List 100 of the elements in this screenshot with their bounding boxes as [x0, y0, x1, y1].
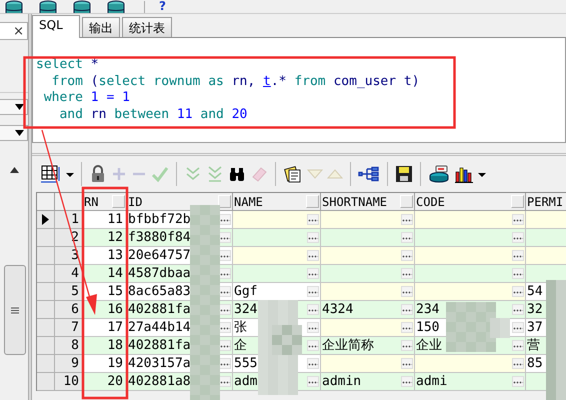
more-button[interactable] — [512, 304, 524, 315]
tab[interactable]: SQL — [32, 15, 80, 38]
more-button[interactable] — [219, 376, 231, 387]
table-cell: 17 — [83, 319, 127, 337]
column-header[interactable]: RN — [83, 193, 127, 211]
more-button[interactable] — [512, 340, 524, 351]
cell-text: 企 — [234, 337, 247, 354]
cell-text: 4587dbaa — [128, 265, 191, 282]
more-button[interactable] — [307, 268, 319, 279]
more-button[interactable] — [307, 250, 319, 261]
sql-editor[interactable]: select * from (select rownum as rn, t.* from com_user t) where 1 = 1 and rn between 11 and 20 — [32, 37, 566, 143]
more-button[interactable] — [401, 304, 413, 315]
cell-text: bfbbf72b — [128, 211, 191, 228]
cell-text: Ggf — [234, 283, 258, 300]
lock-icon[interactable] — [89, 164, 107, 184]
column-label: ID — [128, 194, 142, 208]
row-number: 4 — [55, 265, 83, 283]
more-button[interactable] — [401, 322, 413, 333]
cell-text: 402881a8 — [128, 373, 191, 390]
more-button[interactable] — [401, 340, 413, 351]
code-line: and rn between 11 and 20 — [58, 106, 248, 123]
more-button[interactable] — [512, 250, 524, 261]
row-number: 5 — [55, 283, 83, 301]
cell-text: 27a44b14 — [128, 319, 191, 336]
column-label: RN — [84, 194, 98, 208]
grid-icon[interactable] — [40, 164, 62, 184]
code-line: where 1 = 1 — [42, 90, 130, 106]
more-button[interactable] — [219, 214, 231, 225]
grip-icon — [11, 306, 19, 314]
table-cell: 11 — [83, 211, 127, 229]
column-header[interactable]: CODE — [415, 193, 526, 211]
row-number: 8 — [55, 337, 83, 355]
column-header[interactable]: SHORTNAME — [321, 193, 415, 211]
more-button[interactable] — [219, 250, 231, 261]
cell-text: 4203157a — [128, 355, 191, 372]
more-button[interactable] — [401, 214, 413, 225]
cell-text: 张 — [234, 319, 247, 336]
more-button[interactable] — [401, 286, 413, 297]
row-number: 10 — [55, 373, 83, 391]
column-label: CODE — [416, 194, 445, 208]
more-button[interactable] — [512, 214, 524, 225]
more-button[interactable] — [512, 268, 524, 279]
more-button[interactable] — [219, 340, 231, 351]
column-header[interactable]: NAME — [233, 193, 321, 211]
cell-text: f3880f84 — [128, 229, 191, 246]
cell-text: 402881fa — [128, 301, 191, 318]
more-button[interactable] — [307, 286, 319, 297]
more-button[interactable] — [307, 214, 319, 225]
more-button[interactable] — [219, 232, 231, 243]
tree-icon[interactable] — [358, 164, 380, 184]
more-button[interactable] — [307, 322, 319, 333]
cell-text: 20e64757 — [128, 247, 191, 264]
help-icon[interactable]: ? — [159, 0, 166, 12]
dropdown[interactable] — [0, 125, 28, 141]
column-label: SHORTNAME — [322, 194, 388, 208]
more-button[interactable] — [219, 268, 231, 279]
more-button[interactable] — [307, 340, 319, 351]
more-button[interactable] — [307, 304, 319, 315]
more-button[interactable] — [401, 250, 413, 261]
dropdown[interactable] — [0, 99, 28, 115]
cell-text: 555 — [234, 355, 258, 372]
cell-text: admi — [416, 373, 448, 390]
more-button[interactable] — [219, 286, 231, 297]
more-button[interactable] — [401, 268, 413, 279]
cell-text: 企业 — [416, 337, 442, 354]
current-row-icon — [42, 214, 49, 225]
caret-icon — [15, 104, 24, 110]
code-line: select * — [36, 57, 99, 74]
row-indicator[interactable] — [37, 211, 55, 229]
more-button[interactable] — [401, 376, 413, 387]
tab[interactable]: 统计表 — [122, 17, 172, 37]
more-button[interactable] — [307, 358, 319, 369]
notes-icon[interactable] — [283, 164, 303, 184]
more-button[interactable] — [512, 358, 524, 369]
cell-text: 324 — [234, 301, 258, 318]
row-number: 9 — [55, 355, 83, 373]
more-button[interactable] — [512, 376, 524, 387]
more-button[interactable] — [512, 322, 524, 333]
more-button[interactable] — [401, 358, 413, 369]
cell-text: adm — [234, 373, 258, 390]
more-button[interactable] — [512, 286, 524, 297]
table-cell: 18 — [83, 337, 127, 355]
database-icon[interactable] — [428, 164, 450, 184]
more-button[interactable] — [307, 376, 319, 387]
cell-text: 4324 — [322, 301, 354, 318]
more-button[interactable] — [219, 322, 231, 333]
table-cell: 14 — [83, 265, 127, 283]
more-button[interactable] — [307, 232, 319, 243]
more-button[interactable] — [512, 232, 524, 243]
more-button[interactable] — [401, 232, 413, 243]
more-button[interactable] — [219, 304, 231, 315]
table-cell: 20 — [83, 373, 127, 391]
tab[interactable]: 输出 — [82, 17, 120, 37]
more-button[interactable] — [219, 358, 231, 369]
scrollbar-thumb[interactable] — [4, 265, 26, 355]
row-number: 6 — [55, 301, 83, 319]
scroll-up-icon[interactable] — [10, 167, 19, 173]
save-icon[interactable] — [395, 164, 413, 184]
cell-text: 402881fa — [128, 337, 191, 354]
cell-text: 234 — [416, 301, 440, 318]
